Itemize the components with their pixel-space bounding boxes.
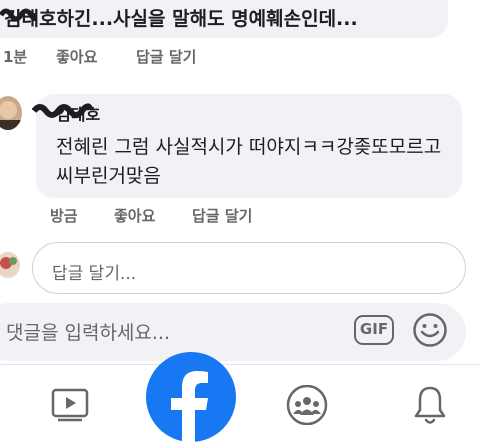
name-scribble-1 [0, 8, 36, 22]
my-avatar [0, 252, 20, 278]
name-scribble-2 [32, 103, 92, 118]
emoji-icon[interactable] [412, 312, 448, 348]
comment-input-placeholder: 댓글을 입력하세요... [6, 322, 170, 344]
notifications-icon[interactable] [412, 384, 448, 426]
groups-icon[interactable] [286, 384, 328, 426]
facebook-logo-icon[interactable] [146, 352, 236, 442]
comment-2-like-button[interactable]: 좋아요 [114, 205, 155, 226]
comment-1-reply-button[interactable]: 답글 달기 [136, 46, 196, 67]
commenter-avatar[interactable] [0, 96, 22, 130]
watch-icon[interactable] [48, 386, 92, 422]
comment-1-like-button[interactable]: 좋아요 [56, 46, 97, 67]
comment-2-reply-button[interactable]: 답글 달기 [192, 205, 252, 226]
reply-input-placeholder: 답글 달기... [52, 264, 137, 284]
gif-button[interactable]: GIF [354, 315, 394, 345]
comment-2-time: 방금 [50, 207, 78, 225]
comment-1-text: 김태호하긴...사실을 말해도 명예훼손인데... [4, 8, 358, 30]
comment-2-text: 전혜린 그럼 사실적시가 떠야지ㅋㅋ강좆또모르고씨부린거맞음 [56, 136, 442, 187]
comment-1-time: 1분 [3, 48, 28, 66]
